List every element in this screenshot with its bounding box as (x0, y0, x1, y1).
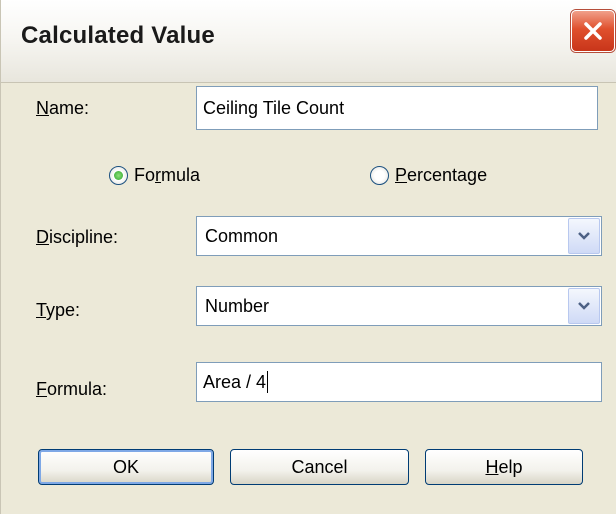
chevron-down-icon (578, 302, 590, 310)
discipline-selected-value: Common (205, 225, 279, 246)
percentage-radio[interactable]: Percentage (370, 165, 487, 186)
ok-button[interactable]: OK (38, 449, 214, 485)
type-dropdown-button[interactable] (568, 288, 600, 324)
text-caret (267, 371, 269, 393)
title-bar[interactable]: Calculated Value (1, 0, 616, 83)
formula-label: Formula: (36, 379, 108, 399)
formula-radio-indicator[interactable] (109, 166, 128, 185)
discipline-select[interactable]: Common (196, 216, 602, 256)
type-select[interactable]: Number (196, 286, 602, 326)
chevron-down-icon (578, 232, 590, 240)
formula-radio-label: Formula (134, 165, 201, 185)
discipline-label: Discipline: (36, 227, 119, 247)
formula-radio[interactable]: Formula (109, 165, 200, 186)
cancel-button[interactable]: Cancel (230, 449, 409, 485)
percentage-radio-label: Percentage (395, 165, 488, 185)
close-button[interactable] (571, 10, 615, 52)
calculated-value-dialog: Calculated Value Name: Ceiling Tile Coun… (0, 0, 616, 514)
dialog-title: Calculated Value (21, 22, 215, 49)
type-selected-value: Number (205, 295, 270, 316)
discipline-dropdown-button[interactable] (568, 218, 600, 254)
name-label: Name: (36, 98, 90, 118)
formula-value: Area / 4 (203, 371, 267, 392)
close-icon (584, 22, 602, 40)
name-input[interactable]: Ceiling Tile Count (196, 86, 598, 130)
type-label: Type: (36, 300, 81, 320)
help-button[interactable]: Help (425, 449, 583, 485)
formula-input[interactable]: Area / 4 (196, 362, 602, 402)
percentage-radio-indicator[interactable] (370, 166, 389, 185)
